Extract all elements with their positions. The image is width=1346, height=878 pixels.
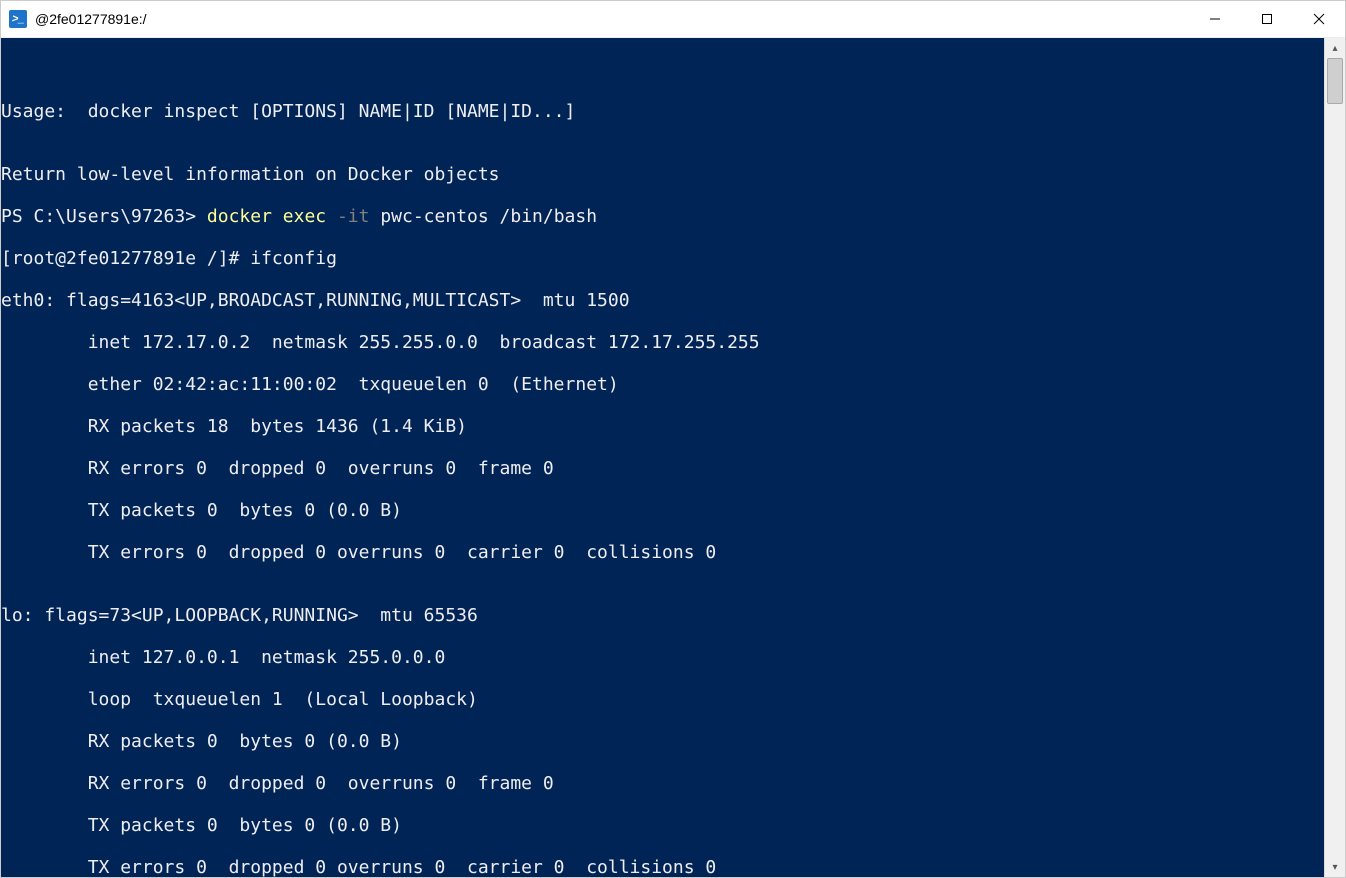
prompt-line: PS C:\Users\97263> docker exec -it pwc-c… xyxy=(1,206,1324,227)
output-line: TX errors 0 dropped 0 overruns 0 carrier… xyxy=(1,857,1324,877)
cmd-exec: exec xyxy=(283,206,337,227)
output-line: inet 172.17.0.2 netmask 255.255.0.0 broa… xyxy=(1,332,1324,353)
cmd-docker: docker xyxy=(207,206,283,227)
terminal-pane[interactable]: Usage: docker inspect [OPTIONS] NAME|ID … xyxy=(1,38,1324,877)
titlebar[interactable]: >_ @2fe01277891e:/ xyxy=(1,1,1345,38)
window-body: Usage: docker inspect [OPTIONS] NAME|ID … xyxy=(1,38,1345,877)
output-line: TX packets 0 bytes 0 (0.0 B) xyxy=(1,815,1324,836)
output-line: [root@2fe01277891e /]# ifconfig xyxy=(1,248,1324,269)
powershell-window: >_ @2fe01277891e:/ Usage: docker inspect… xyxy=(0,0,1346,878)
close-button[interactable] xyxy=(1293,1,1345,37)
cmd-args: pwc-centos /bin/bash xyxy=(380,206,597,227)
output-line: Usage: docker inspect [OPTIONS] NAME|ID … xyxy=(1,101,1324,122)
terminal-content: Usage: docker inspect [OPTIONS] NAME|ID … xyxy=(1,80,1324,877)
maximize-button[interactable] xyxy=(1241,1,1293,37)
powershell-icon: >_ xyxy=(9,10,27,28)
output-line: lo: flags=73<UP,LOOPBACK,RUNNING> mtu 65… xyxy=(1,605,1324,626)
output-line: ether 02:42:ac:11:00:02 txqueuelen 0 (Et… xyxy=(1,374,1324,395)
output-line: eth0: flags=4163<UP,BROADCAST,RUNNING,MU… xyxy=(1,290,1324,311)
output-line: RX errors 0 dropped 0 overruns 0 frame 0 xyxy=(1,773,1324,794)
vertical-scrollbar[interactable]: ▴ ▾ xyxy=(1324,38,1345,877)
scroll-up-arrow-icon[interactable]: ▴ xyxy=(1325,38,1345,58)
output-line: TX errors 0 dropped 0 overruns 0 carrier… xyxy=(1,542,1324,563)
scroll-down-arrow-icon[interactable]: ▾ xyxy=(1325,857,1345,877)
output-line: TX packets 0 bytes 0 (0.0 B) xyxy=(1,500,1324,521)
title-left: >_ @2fe01277891e:/ xyxy=(1,10,147,28)
output-line: RX errors 0 dropped 0 overruns 0 frame 0 xyxy=(1,458,1324,479)
output-line: RX packets 0 bytes 0 (0.0 B) xyxy=(1,731,1324,752)
output-line: Return low-level information on Docker o… xyxy=(1,164,1324,185)
scroll-thumb[interactable] xyxy=(1327,58,1343,104)
window-title: @2fe01277891e:/ xyxy=(35,11,147,27)
cmd-flag: -it xyxy=(337,206,380,227)
output-line: RX packets 18 bytes 1436 (1.4 KiB) xyxy=(1,416,1324,437)
output-line: loop txqueuelen 1 (Local Loopback) xyxy=(1,689,1324,710)
window-controls xyxy=(1189,1,1345,37)
ps-prompt: PS C:\Users\97263> xyxy=(1,206,207,227)
output-line: inet 127.0.0.1 netmask 255.0.0.0 xyxy=(1,647,1324,668)
minimize-button[interactable] xyxy=(1189,1,1241,37)
